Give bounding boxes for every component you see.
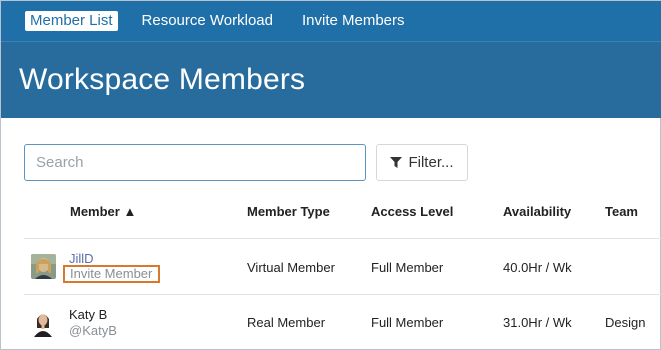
column-header-access-level[interactable]: Access Level: [371, 204, 453, 219]
access-level: Full Member: [371, 260, 444, 275]
team: Design: [605, 315, 646, 330]
invite-member-label: Invite Member: [70, 266, 153, 281]
member-handle: @KatyB: [69, 323, 117, 338]
funnel-icon: [390, 157, 403, 168]
member-name[interactable]: Katy B: [69, 307, 107, 322]
availability: 31.0Hr / Wk: [503, 315, 572, 330]
availability: 40.0Hr / Wk: [503, 260, 572, 275]
member-type: Real Member: [247, 315, 326, 330]
page-header: Workspace Members: [1, 41, 661, 118]
member-type: Virtual Member: [247, 260, 335, 275]
search-input[interactable]: [24, 144, 366, 181]
row-divider: [24, 294, 661, 295]
member-name-link[interactable]: JillD: [69, 251, 94, 266]
column-header-member[interactable]: Member ▲: [70, 204, 136, 219]
column-header-team[interactable]: Team: [605, 204, 638, 219]
tab-member-list[interactable]: Member List: [25, 11, 118, 31]
avatar: [31, 254, 56, 279]
avatar: [31, 309, 55, 337]
top-nav: Member List Resource Workload Invite Mem…: [1, 1, 661, 41]
access-level: Full Member: [371, 315, 444, 330]
tab-invite-members[interactable]: Invite Members: [297, 11, 410, 31]
column-header-availability[interactable]: Availability: [503, 204, 571, 219]
tab-resource-workload[interactable]: Resource Workload: [137, 11, 278, 31]
filter-button[interactable]: Filter...: [376, 144, 468, 181]
invite-member-link[interactable]: Invite Member: [63, 265, 160, 283]
filter-label: Filter...: [408, 154, 454, 171]
header-divider: [24, 238, 661, 239]
column-header-member-type[interactable]: Member Type: [247, 204, 330, 219]
page-title: Workspace Members: [19, 63, 306, 96]
